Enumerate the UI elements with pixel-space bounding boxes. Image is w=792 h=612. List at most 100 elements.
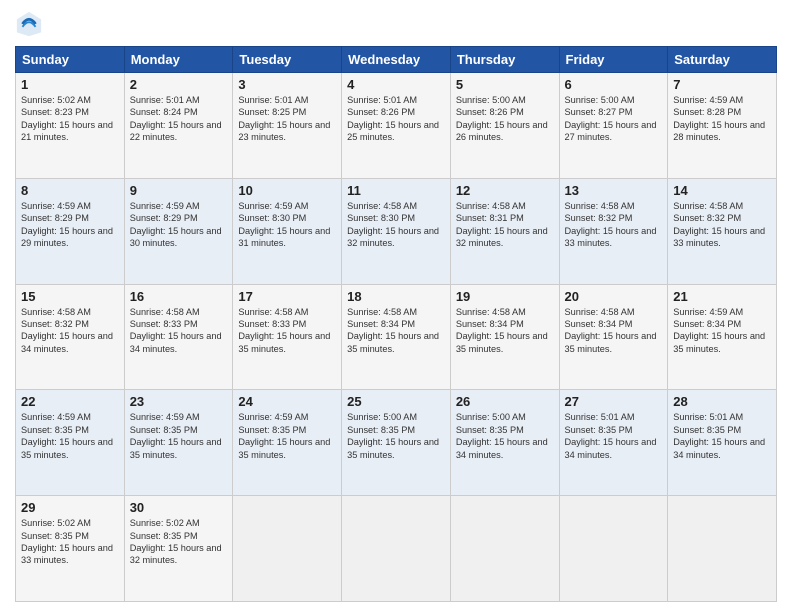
cell-text: Sunrise: 4:58 AMSunset: 8:34 PMDaylight:…	[347, 306, 445, 356]
calendar-cell: 14 Sunrise: 4:58 AMSunset: 8:32 PMDayligh…	[668, 178, 777, 284]
header	[15, 10, 777, 38]
calendar-cell: 5 Sunrise: 5:00 AMSunset: 8:26 PMDaylight…	[450, 73, 559, 179]
calendar-week-row: 1 Sunrise: 5:02 AMSunset: 8:23 PMDaylight…	[16, 73, 777, 179]
day-number: 18	[347, 289, 445, 304]
cell-text: Sunrise: 4:58 AMSunset: 8:33 PMDaylight:…	[238, 306, 336, 356]
cell-text: Sunrise: 5:00 AMSunset: 8:27 PMDaylight:…	[565, 94, 663, 144]
calendar-cell: 3Sunrise: 5:01 AMSunset: 8:25 PMDaylight…	[233, 73, 342, 179]
cell-text: Sunrise: 4:59 AMSunset: 8:28 PMDaylight:…	[673, 94, 771, 144]
calendar-cell: 19 Sunrise: 4:58 AMSunset: 8:34 PMDayligh…	[450, 284, 559, 390]
calendar-cell: 25 Sunrise: 5:00 AMSunset: 8:35 PMDayligh…	[342, 390, 451, 496]
day-number: 26	[456, 394, 554, 409]
calendar-page: SundayMondayTuesdayWednesdayThursdayFrid…	[0, 0, 792, 612]
cell-text: Sunrise: 5:02 AMSunset: 8:35 PMDaylight:…	[21, 517, 119, 567]
cell-text: Sunrise: 4:59 AMSunset: 8:29 PMDaylight:…	[130, 200, 228, 250]
cell-text: Sunrise: 5:00 AMSunset: 8:26 PMDaylight:…	[456, 94, 554, 144]
day-number: 19	[456, 289, 554, 304]
day-number: 17	[238, 289, 336, 304]
day-number: 9	[130, 183, 228, 198]
calendar-cell: 29 Sunrise: 5:02 AMSunset: 8:35 PMDayligh…	[16, 496, 125, 602]
day-number: 14	[673, 183, 771, 198]
day-number: 12	[456, 183, 554, 198]
cell-text: Sunrise: 4:58 AMSunset: 8:32 PMDaylight:…	[565, 200, 663, 250]
calendar-cell: 6 Sunrise: 5:00 AMSunset: 8:27 PMDaylight…	[559, 73, 668, 179]
calendar-cell: 24 Sunrise: 4:59 AMSunset: 8:35 PMDayligh…	[233, 390, 342, 496]
calendar-cell	[342, 496, 451, 602]
day-number: 7	[673, 77, 771, 92]
cell-text: Sunrise: 4:58 AMSunset: 8:30 PMDaylight:…	[347, 200, 445, 250]
calendar-cell: 13 Sunrise: 4:58 AMSunset: 8:32 PMDayligh…	[559, 178, 668, 284]
calendar-cell	[450, 496, 559, 602]
cell-text: Sunrise: 5:00 AMSunset: 8:35 PMDaylight:…	[347, 411, 445, 461]
calendar-cell: 10 Sunrise: 4:59 AMSunset: 8:30 PMDayligh…	[233, 178, 342, 284]
calendar-cell	[233, 496, 342, 602]
cell-text: Sunrise: 5:02 AMSunset: 8:35 PMDaylight:…	[130, 517, 228, 567]
calendar-week-row: 22 Sunrise: 4:59 AMSunset: 8:35 PMDayligh…	[16, 390, 777, 496]
day-number: 13	[565, 183, 663, 198]
day-number: 16	[130, 289, 228, 304]
calendar-cell: 4 Sunrise: 5:01 AMSunset: 8:26 PMDaylight…	[342, 73, 451, 179]
cell-text: Sunrise: 4:58 AMSunset: 8:34 PMDaylight:…	[565, 306, 663, 356]
cell-text: Sunrise: 5:02 AMSunset: 8:23 PMDaylight:…	[21, 94, 119, 144]
day-number: 2	[130, 77, 228, 92]
day-number: 10	[238, 183, 336, 198]
day-number: 25	[347, 394, 445, 409]
day-number: 1	[21, 77, 119, 92]
weekday-header-saturday: Saturday	[668, 47, 777, 73]
day-number: 8	[21, 183, 119, 198]
calendar-cell: 18 Sunrise: 4:58 AMSunset: 8:34 PMDayligh…	[342, 284, 451, 390]
cell-text: Sunrise: 4:59 AMSunset: 8:35 PMDaylight:…	[238, 411, 336, 461]
calendar-week-row: 29 Sunrise: 5:02 AMSunset: 8:35 PMDayligh…	[16, 496, 777, 602]
calendar-week-row: 15Sunrise: 4:58 AMSunset: 8:32 PMDayligh…	[16, 284, 777, 390]
day-number: 20	[565, 289, 663, 304]
calendar-cell: 20 Sunrise: 4:58 AMSunset: 8:34 PMDayligh…	[559, 284, 668, 390]
day-number: 28	[673, 394, 771, 409]
calendar-cell: 27Sunrise: 5:01 AMSunset: 8:35 PMDayligh…	[559, 390, 668, 496]
day-number: 22	[21, 394, 119, 409]
weekday-header-thursday: Thursday	[450, 47, 559, 73]
cell-text: Sunrise: 5:00 AMSunset: 8:35 PMDaylight:…	[456, 411, 554, 461]
calendar-cell: 28 Sunrise: 5:01 AMSunset: 8:35 PMDayligh…	[668, 390, 777, 496]
cell-text: Sunrise: 4:58 AMSunset: 8:32 PMDaylight:…	[673, 200, 771, 250]
cell-text: Sunrise: 4:58 AMSunset: 8:33 PMDaylight:…	[130, 306, 228, 356]
cell-text: Sunrise: 4:58 AMSunset: 8:34 PMDaylight:…	[456, 306, 554, 356]
cell-text: Sunrise: 4:58 AMSunset: 8:31 PMDaylight:…	[456, 200, 554, 250]
calendar-cell: 12 Sunrise: 4:58 AMSunset: 8:31 PMDayligh…	[450, 178, 559, 284]
day-number: 4	[347, 77, 445, 92]
calendar-cell: 21Sunrise: 4:59 AMSunset: 8:34 PMDayligh…	[668, 284, 777, 390]
logo-icon	[15, 10, 43, 38]
calendar-week-row: 8 Sunrise: 4:59 AMSunset: 8:29 PMDaylight…	[16, 178, 777, 284]
calendar-cell: 1 Sunrise: 5:02 AMSunset: 8:23 PMDaylight…	[16, 73, 125, 179]
calendar-cell: 30 Sunrise: 5:02 AMSunset: 8:35 PMDayligh…	[124, 496, 233, 602]
cell-text: Sunrise: 4:59 AMSunset: 8:35 PMDaylight:…	[130, 411, 228, 461]
calendar-cell: 17 Sunrise: 4:58 AMSunset: 8:33 PMDayligh…	[233, 284, 342, 390]
cell-text: Sunrise: 4:59 AMSunset: 8:30 PMDaylight:…	[238, 200, 336, 250]
calendar-table: SundayMondayTuesdayWednesdayThursdayFrid…	[15, 46, 777, 602]
day-number: 11	[347, 183, 445, 198]
day-number: 15	[21, 289, 119, 304]
calendar-cell: 11 Sunrise: 4:58 AMSunset: 8:30 PMDayligh…	[342, 178, 451, 284]
calendar-cell: 16 Sunrise: 4:58 AMSunset: 8:33 PMDayligh…	[124, 284, 233, 390]
weekday-header-friday: Friday	[559, 47, 668, 73]
day-number: 29	[21, 500, 119, 515]
logo	[15, 10, 47, 38]
day-number: 27	[565, 394, 663, 409]
day-number: 23	[130, 394, 228, 409]
day-number: 21	[673, 289, 771, 304]
day-number: 5	[456, 77, 554, 92]
day-number: 24	[238, 394, 336, 409]
day-number: 30	[130, 500, 228, 515]
cell-text: Sunrise: 5:01 AMSunset: 8:26 PMDaylight:…	[347, 94, 445, 144]
day-number: 6	[565, 77, 663, 92]
weekday-header-wednesday: Wednesday	[342, 47, 451, 73]
weekday-header-sunday: Sunday	[16, 47, 125, 73]
cell-text: Sunrise: 4:59 AMSunset: 8:29 PMDaylight:…	[21, 200, 119, 250]
day-number: 3	[238, 77, 336, 92]
calendar-cell: 23 Sunrise: 4:59 AMSunset: 8:35 PMDayligh…	[124, 390, 233, 496]
cell-text: Sunrise: 5:01 AMSunset: 8:35 PMDaylight:…	[673, 411, 771, 461]
weekday-header-row: SundayMondayTuesdayWednesdayThursdayFrid…	[16, 47, 777, 73]
calendar-cell: 22Sunrise: 4:59 AMSunset: 8:35 PMDayligh…	[16, 390, 125, 496]
weekday-header-monday: Monday	[124, 47, 233, 73]
calendar-cell	[668, 496, 777, 602]
weekday-header-tuesday: Tuesday	[233, 47, 342, 73]
